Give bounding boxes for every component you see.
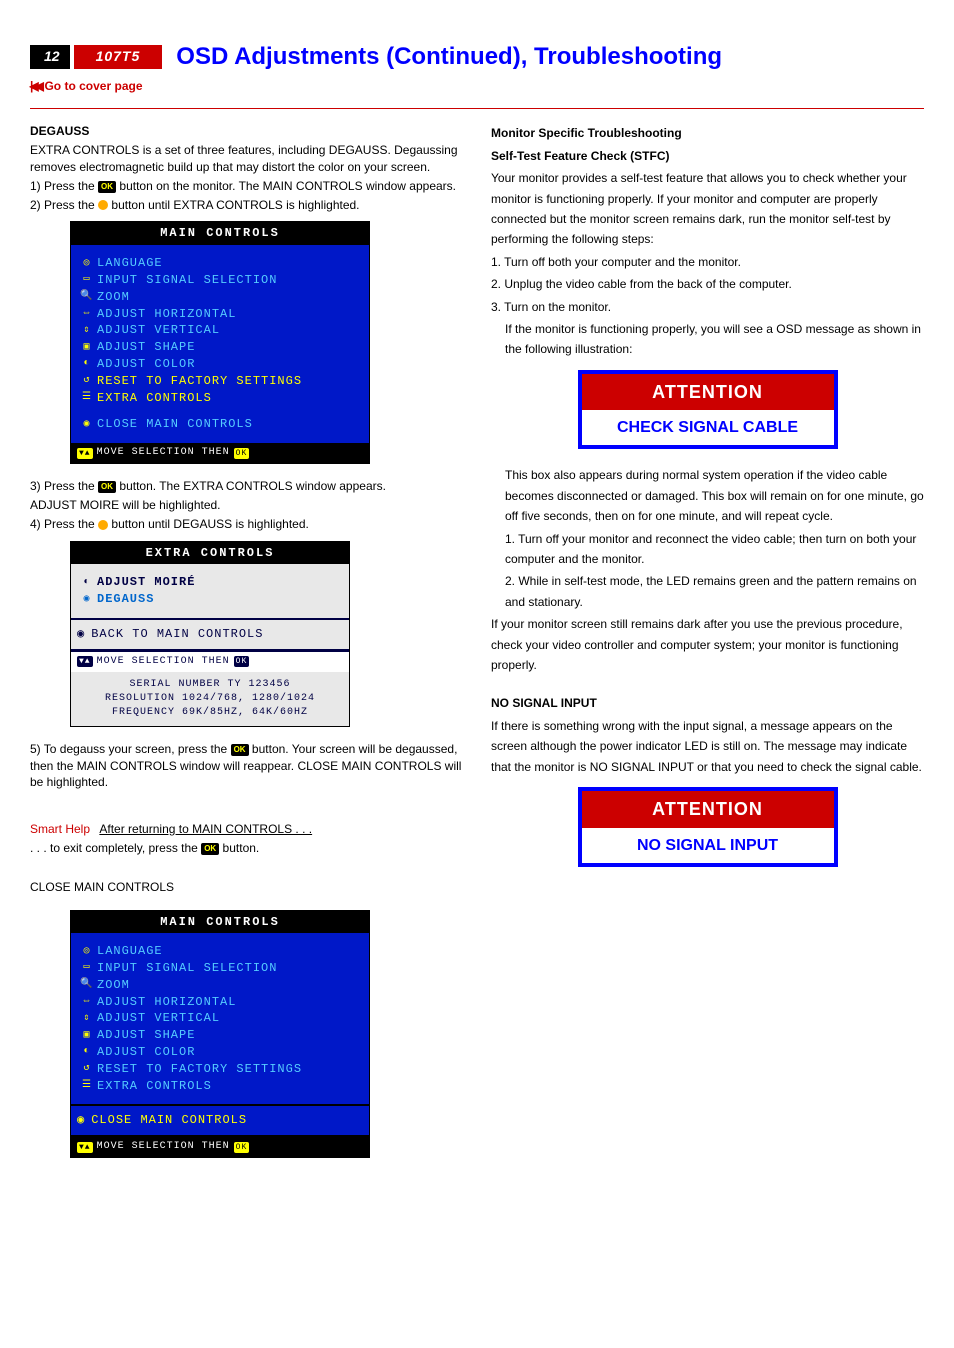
stfc-conclusion: If your monitor screen still remains dar…: [491, 614, 924, 675]
step-5: 5) To degauss your screen, press the OK …: [30, 741, 463, 791]
color-icon: ◐: [77, 357, 97, 371]
input-icon: ▭: [77, 273, 97, 287]
rewind-icon: |◀◀: [30, 78, 40, 95]
attention-header: ATTENTION: [582, 791, 834, 828]
stfc-step-3b: If the monitor is functioning properly, …: [491, 319, 924, 360]
arrow-badge-icon: ▼▲: [77, 1142, 93, 1153]
osd-back: ◉ BACK TO MAIN CONTROLS: [71, 618, 349, 651]
attention-message: NO SIGNAL INPUT: [582, 828, 834, 863]
step-3: 3) Press the OK button. The EXTRA CONTRO…: [30, 478, 463, 495]
step-1: 1) Press the OK button on the monitor. T…: [30, 178, 463, 195]
smart-help: Smart Help After returning to MAIN CONTR…: [30, 821, 463, 838]
attention-box-check-cable: ATTENTION CHECK SIGNAL CABLE: [578, 370, 838, 450]
zoom-icon: 🔍: [77, 290, 97, 304]
reset-icon: ↺: [77, 374, 97, 388]
language-icon: ◎: [77, 945, 97, 959]
attention-box-no-signal: ATTENTION NO SIGNAL INPUT: [578, 787, 838, 867]
osd-title: EXTRA CONTROLS: [71, 542, 349, 565]
troubleshooting-heading: Monitor Specific Troubleshooting: [491, 123, 924, 143]
close-icon: ◉: [77, 418, 97, 432]
close-icon: ◉: [77, 1112, 85, 1129]
reset-icon: ↺: [77, 1062, 97, 1076]
divider: [30, 108, 924, 109]
stfc-sub-2: 2. While in self-test mode, the LED rema…: [491, 571, 924, 612]
osd-serial-info: SERIAL NUMBER TY 123456 RESOLUTION 1024/…: [71, 672, 349, 726]
stfc-step-1: 1. Turn off both your computer and the m…: [491, 252, 924, 272]
page-title: OSD Adjustments (Continued), Troubleshoo…: [176, 40, 722, 74]
extra-icon: ☰: [77, 1079, 97, 1093]
stfc-step-2: 2. Unplug the video cable from the back …: [491, 274, 924, 294]
arrow-button-icon: [98, 520, 108, 530]
right-column: Monitor Specific Troubleshooting Self-Te…: [491, 123, 924, 1172]
degauss-heading: DEGAUSS: [30, 123, 463, 140]
step-3b: ADJUST MOIRE will be highlighted.: [30, 497, 463, 514]
smart-help-label: Smart Help: [30, 822, 90, 836]
language-icon: ◎: [77, 257, 97, 271]
osd-footer: ▼▲ MOVE SELECTION THEN OK: [71, 443, 369, 463]
arrow-button-icon: [98, 200, 108, 210]
model-badge: 107T5: [74, 45, 163, 69]
extra-icon: ☰: [77, 391, 97, 405]
no-signal-heading: NO SIGNAL INPUT: [491, 693, 924, 713]
attention-header: ATTENTION: [582, 374, 834, 411]
ok-badge-icon: OK: [234, 656, 250, 667]
color-icon: ◐: [77, 1045, 97, 1059]
cover-link-label: Go to cover page: [44, 78, 142, 95]
zoom-icon: 🔍: [77, 978, 97, 992]
osd-main-controls-2: MAIN CONTROLS ◎LANGUAGE ▭INPUT SIGNAL SE…: [70, 910, 370, 1159]
go-to-cover-link[interactable]: |◀◀ Go to cover page: [30, 78, 924, 95]
ok-button-icon: OK: [201, 843, 219, 855]
back-icon: ◉: [77, 626, 85, 643]
osd-title: MAIN CONTROLS: [71, 222, 369, 245]
horizontal-icon: ⇔: [77, 995, 97, 1009]
degauss-icon: ◉: [77, 593, 97, 607]
step-2: 2) Press the button until EXTRA CONTROLS…: [30, 197, 463, 214]
smart-help-2: . . . to exit completely, press the OK b…: [30, 840, 463, 857]
no-signal-text: If there is something wrong with the inp…: [491, 716, 924, 777]
arrow-badge-icon: ▼▲: [77, 656, 93, 667]
step-4: 4) Press the button until DEGAUSS is hig…: [30, 516, 463, 533]
stfc-intro: Your monitor provides a self-test featur…: [491, 168, 924, 250]
degauss-intro: EXTRA CONTROLS is a set of three feature…: [30, 142, 463, 176]
shape-icon: ▣: [77, 1029, 97, 1043]
horizontal-icon: ⇔: [77, 307, 97, 321]
stfc-step-3: 3. Turn on the monitor.: [491, 297, 924, 317]
osd-footer: ▼▲ MOVE SELECTION THEN OK: [71, 1137, 369, 1157]
ok-badge-icon: OK: [234, 448, 250, 459]
osd-extra-controls: EXTRA CONTROLS ◐ADJUST MOIRÉ ◉DEGAUSS ◉ …: [70, 541, 350, 727]
arrow-badge-icon: ▼▲: [77, 448, 93, 459]
osd-footer: ▼▲ MOVE SELECTION THEN OK: [71, 651, 349, 672]
osd-close-highlight: ◉ CLOSE MAIN CONTROLS: [71, 1104, 369, 1137]
ok-button-icon: OK: [231, 744, 249, 756]
page-number: 12: [30, 45, 70, 69]
close-main-heading: CLOSE MAIN CONTROLS: [30, 879, 463, 896]
ok-button-icon: OK: [98, 181, 116, 193]
osd-title: MAIN CONTROLS: [71, 911, 369, 934]
shape-icon: ▣: [77, 341, 97, 355]
attention-message: CHECK SIGNAL CABLE: [582, 410, 834, 445]
osd-main-controls-1: MAIN CONTROLS ◎LANGUAGE ▭INPUT SIGNAL SE…: [70, 221, 370, 464]
stfc-heading: Self-Test Feature Check (STFC): [491, 146, 924, 166]
ok-button-icon: OK: [98, 481, 116, 493]
vertical-icon: ⇕: [77, 1012, 97, 1026]
stfc-note: This box also appears during normal syst…: [491, 465, 924, 526]
stfc-sub-1: 1. Turn off your monitor and reconnect t…: [491, 529, 924, 570]
page-header: 12 107T5 OSD Adjustments (Continued), Tr…: [30, 40, 924, 74]
ok-badge-icon: OK: [234, 1142, 250, 1153]
vertical-icon: ⇕: [77, 324, 97, 338]
left-column: DEGAUSS EXTRA CONTROLS is a set of three…: [30, 123, 463, 1172]
moire-icon: ◐: [77, 576, 97, 590]
input-icon: ▭: [77, 961, 97, 975]
